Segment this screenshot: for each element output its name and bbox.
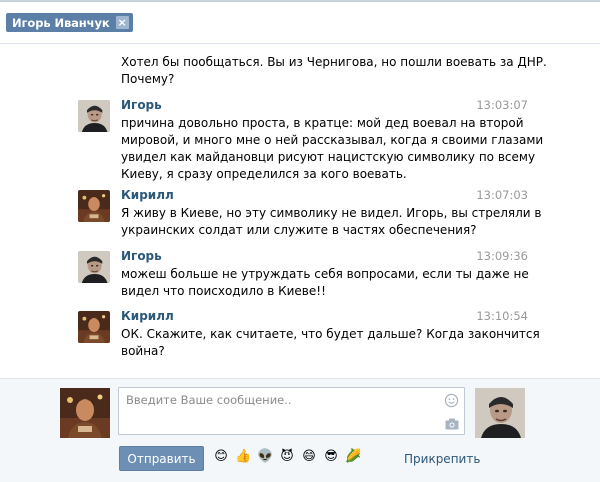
message-line: Почему? (121, 72, 175, 86)
smile-emoji-icon[interactable]: 😊 (213, 449, 229, 465)
message-author[interactable]: Игорь (121, 249, 162, 263)
message-time: 13:03:07 (476, 98, 528, 112)
message-composer: Отправить 😊 👍 👽 😈 😄 😎 🌽 Прикрепить (0, 378, 600, 482)
message-text: Я живу в Киеве, но эту символику не виде… (121, 205, 541, 239)
thumbs-up-emoji-icon[interactable]: 👍 (235, 449, 251, 465)
message-item: Игорь 13:09:36 можеш больше не утруждать… (78, 249, 529, 301)
message-line: Я живу в Киеве, но эту символику не виде… (121, 206, 542, 220)
message-item: Кирилл 13:10:54 ОК. Скажите, как считает… (78, 309, 540, 361)
message-list: Хотел бы пообщаться. Вы из Чернигова, но… (0, 44, 600, 378)
message-line: можеш больше не утруждать себя вопросами… (121, 267, 529, 281)
message-line: Хотел бы пообщаться. Вы из Чернигова, но… (121, 55, 547, 69)
message-line: война? (121, 344, 165, 358)
devil-emoji-icon[interactable]: 😈 (279, 449, 295, 465)
dialog-tab-label: Игорь Иванчук (12, 15, 110, 30)
message-text: можеш больше не утруждать себя вопросами… (121, 266, 529, 300)
smile-icon[interactable] (444, 393, 459, 408)
message-line: мировой, и много мне о ней рассказывал, … (121, 133, 544, 147)
message-line: видел что поисходило в Киеве!! (121, 284, 326, 298)
corn-emoji-icon[interactable]: 🌽 (345, 449, 361, 465)
message-author[interactable]: Кирилл (121, 309, 174, 323)
message-line: причина довольно проста, в кратце: мой д… (121, 116, 524, 130)
message-item: Кирилл 13:07:03 Я живу в Киеве, но эту с… (78, 188, 541, 240)
message-line: увидел как майдановци рисуют нацистскую … (121, 150, 536, 164)
message-author[interactable]: Игорь (121, 98, 162, 112)
attach-link[interactable]: Прикрепить (404, 452, 480, 466)
avatar[interactable] (78, 311, 110, 343)
message-time: 13:10:54 (476, 309, 528, 323)
message-text: ОК. Скажите, как считаете, что будет дал… (121, 326, 540, 360)
message-line: Киеву, я сразу определился за кого воева… (121, 167, 407, 181)
avatar[interactable] (78, 190, 110, 222)
alien-emoji-icon[interactable]: 👽 (257, 449, 273, 465)
dialog-header: Игорь Иванчук × (0, 0, 600, 44)
message-line: украинских солдат или служите в частях о… (121, 223, 477, 237)
avatar[interactable] (78, 100, 110, 132)
header-top-border (0, 0, 600, 2)
grin-emoji-icon[interactable]: 😄 (301, 449, 317, 465)
camera-icon[interactable] (445, 418, 459, 430)
close-icon[interactable]: × (115, 16, 129, 29)
peer-avatar[interactable] (475, 388, 525, 438)
message-text: Хотел бы пообщаться. Вы из Чернигова, но… (121, 54, 547, 88)
message-time: 13:09:36 (476, 249, 528, 263)
sunglasses-emoji-icon[interactable]: 😎 (323, 449, 339, 465)
message-text: причина довольно проста, в кратце: мой д… (121, 115, 543, 183)
message-author[interactable]: Кирилл (121, 188, 174, 202)
message-item: Игорь 13:03:07 причина довольно проста, … (78, 98, 543, 181)
dialog-tab[interactable]: Игорь Иванчук × (6, 13, 133, 32)
message-item: Хотел бы пообщаться. Вы из Чернигова, но… (78, 54, 547, 94)
emoji-bar: 😊 👍 👽 😈 😄 😎 🌽 (213, 449, 361, 465)
message-input[interactable] (118, 387, 465, 435)
my-avatar[interactable] (60, 388, 110, 438)
message-line: ОК. Скажите, как считаете, что будет дал… (121, 327, 540, 341)
send-button[interactable]: Отправить (119, 446, 204, 471)
message-time: 13:07:03 (476, 188, 528, 202)
avatar[interactable] (78, 251, 110, 283)
